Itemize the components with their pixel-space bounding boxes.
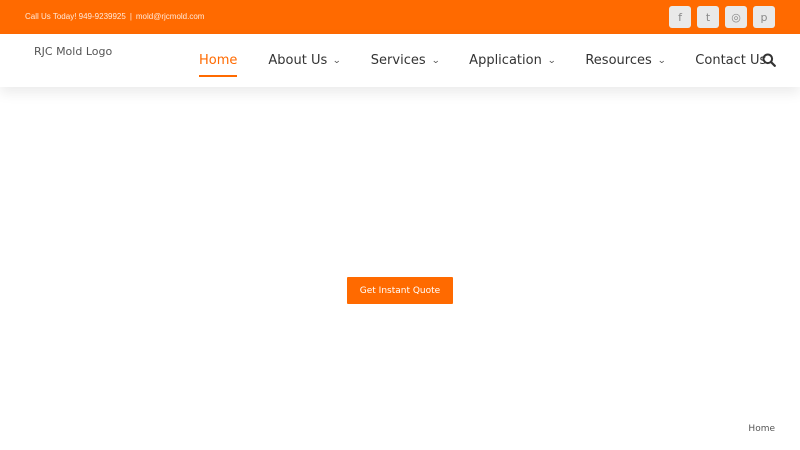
nav-item-home[interactable]: Home xyxy=(199,34,238,87)
get-instant-quote-button[interactable]: Get Instant Quote xyxy=(347,277,453,304)
twitter-icon[interactable]: t xyxy=(697,6,719,28)
nav-item-label: About Us xyxy=(268,53,328,68)
facebook-icon[interactable]: f xyxy=(669,6,691,28)
breadcrumb-home[interactable]: Home xyxy=(748,424,775,434)
nav-item-label: Resources xyxy=(585,53,652,68)
nav-item-label: Services xyxy=(370,53,426,68)
site-logo[interactable]: RJC Mold Logo xyxy=(34,45,112,58)
nav-item-label: Home xyxy=(199,53,238,68)
contact-info: Call Us Today! 949-9239925 | mold@rjcmold.… xyxy=(25,12,204,21)
instagram-icon[interactable]: ◎ xyxy=(725,6,747,28)
phone-text: Call Us Today! 949-9239925 xyxy=(25,12,126,21)
chevron-down-icon: ⌄ xyxy=(430,55,440,66)
search-icon[interactable] xyxy=(762,53,776,67)
top-bar: Call Us Today! 949-9239925 | mold@rjcmold.… xyxy=(0,0,800,34)
email-link[interactable]: mold@rjcmold.com xyxy=(136,12,205,21)
chevron-down-icon: ⌄ xyxy=(656,55,667,66)
nav-item-contact-us[interactable]: Contact Us xyxy=(695,34,766,87)
social-links: f t ◎ p xyxy=(669,6,775,28)
nav-item-about-us[interactable]: About Us ⌄ xyxy=(268,34,342,87)
nav-item-resources[interactable]: Resources ⌄ xyxy=(585,34,667,87)
chevron-down-icon: ⌄ xyxy=(547,55,557,66)
chevron-down-icon: ⌄ xyxy=(332,55,342,66)
site-header: RJC Mold Logo Home About Us ⌄ Services ⌄ A… xyxy=(0,34,800,87)
nav-item-label: Contact Us xyxy=(695,53,767,68)
nav-item-application[interactable]: Application ⌄ xyxy=(469,34,557,87)
nav-item-services[interactable]: Services ⌄ xyxy=(370,34,440,87)
contact-separator: | xyxy=(129,12,132,21)
search-icon-graphic xyxy=(762,53,776,67)
pinterest-icon[interactable]: p xyxy=(753,6,775,28)
main-nav: Home About Us ⌄ Services ⌄ Application ⌄ Re… xyxy=(199,34,766,87)
nav-item-label: Application xyxy=(469,53,542,68)
